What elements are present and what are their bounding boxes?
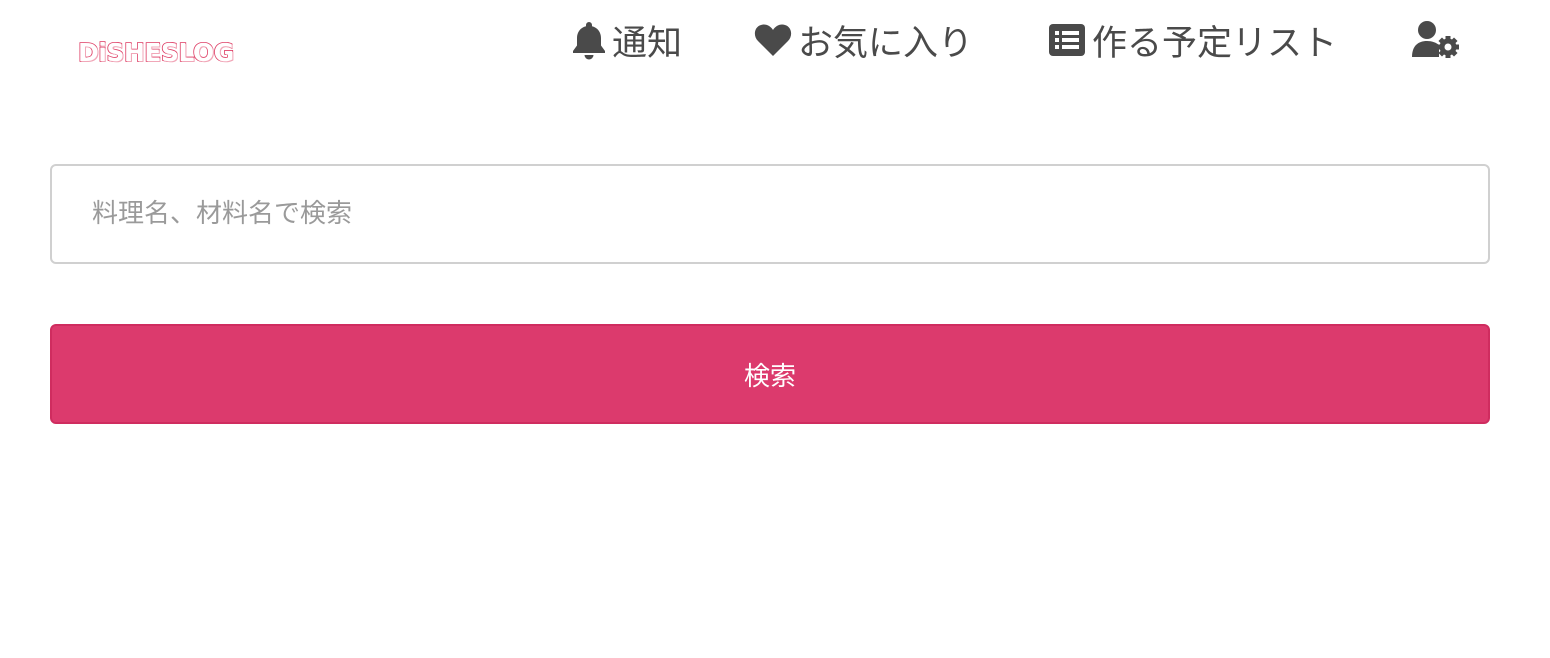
bell-icon	[572, 20, 606, 60]
nav-account-settings[interactable]	[1412, 14, 1460, 66]
logo[interactable]: DiSHESLOG	[77, 37, 235, 68]
nav-notifications-label: 通知	[612, 23, 683, 64]
nav-favorites-label: お気に入り	[798, 23, 974, 64]
nav-favorites[interactable]: お気に入り	[754, 14, 973, 66]
user-cog-icon	[1412, 20, 1460, 60]
list-icon	[1048, 23, 1086, 57]
search-input[interactable]	[50, 164, 1490, 264]
header: DiSHESLOG 通知 お気に入り 作る予定リスト	[0, 0, 1550, 90]
search-button[interactable]: 検索	[50, 324, 1490, 424]
nav-todo-list[interactable]: 作る予定リスト	[1048, 14, 1337, 66]
nav-notifications[interactable]: 通知	[572, 14, 682, 66]
nav-todo-list-label: 作る予定リスト	[1092, 23, 1338, 64]
heart-icon	[754, 23, 792, 57]
page: DiSHESLOG 通知 お気に入り 作る予定リスト 料理名、材料名で検索 検索	[0, 0, 1550, 658]
